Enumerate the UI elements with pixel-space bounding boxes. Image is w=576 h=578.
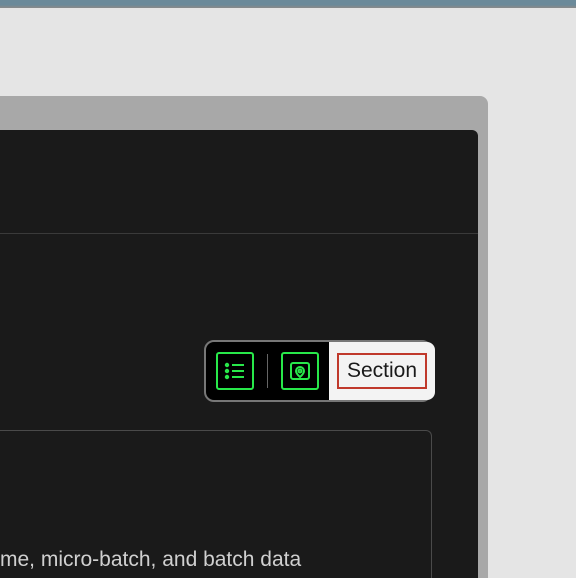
main-panel: Section me, micro-batch, and batch data [0,130,478,578]
map-view-button[interactable] [281,352,319,390]
icon-group [206,352,329,390]
map-pin-icon [288,359,312,383]
list-icon [223,359,247,383]
view-toolbar: Section [204,340,432,402]
section-tab[interactable]: Section [329,342,435,400]
panel-container: Section me, micro-batch, and batch data [0,96,488,578]
section-label: Section [337,353,427,389]
window-top-strip [0,0,576,8]
toolbar-separator [267,354,268,388]
list-view-button[interactable] [216,352,254,390]
header-divider [0,233,478,234]
content-text-line: me, micro-batch, and batch data [0,548,301,572]
